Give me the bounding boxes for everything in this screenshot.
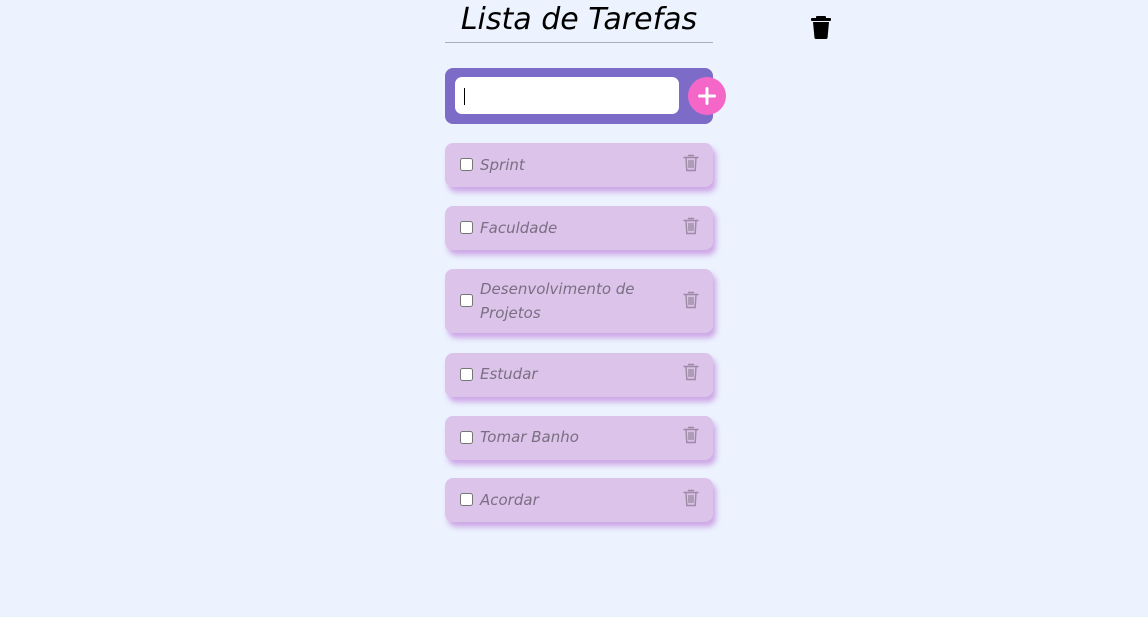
- text-caret: [464, 88, 465, 105]
- task-item: Desenvolvimento de Projetos: [445, 269, 713, 333]
- task-checkbox[interactable]: [460, 221, 473, 234]
- task-checkbox[interactable]: [460, 493, 473, 506]
- task-checkbox[interactable]: [460, 431, 473, 444]
- task-label: Sprint: [480, 156, 525, 174]
- trash-outline-icon[interactable]: [683, 291, 699, 309]
- task-checkbox[interactable]: [460, 368, 473, 381]
- task-label: Acordar: [480, 491, 539, 509]
- task-label: Estudar: [480, 365, 538, 383]
- task-label: Tomar Banho: [480, 428, 579, 446]
- task-checkbox[interactable]: [460, 294, 473, 307]
- trash-outline-icon[interactable]: [683, 426, 699, 444]
- task-label: Faculdade: [480, 219, 558, 237]
- task-item: Estudar: [445, 353, 713, 397]
- task-item: Acordar: [445, 478, 713, 522]
- trash-icon: [811, 16, 831, 39]
- task-item: Sprint: [445, 143, 713, 187]
- plus-icon: [698, 87, 716, 105]
- task-input[interactable]: [455, 77, 679, 114]
- trash-outline-icon[interactable]: [683, 154, 699, 172]
- task-checkbox[interactable]: [460, 158, 473, 171]
- task-label: Desenvolvimento de Projetos: [480, 280, 635, 322]
- task-input-bar: [445, 68, 713, 124]
- task-item: Tomar Banho: [445, 416, 713, 460]
- trash-outline-icon[interactable]: [683, 217, 699, 235]
- page-title: Lista de Tarefas: [445, 0, 713, 43]
- trash-outline-icon[interactable]: [683, 489, 699, 507]
- trash-outline-icon[interactable]: [683, 363, 699, 381]
- task-item: Faculdade: [445, 206, 713, 250]
- clear-all-button[interactable]: [808, 12, 834, 40]
- add-task-button[interactable]: [688, 77, 726, 115]
- todo-app: Lista de Tarefas Sprint Faculdade Desenv…: [0, 0, 1148, 617]
